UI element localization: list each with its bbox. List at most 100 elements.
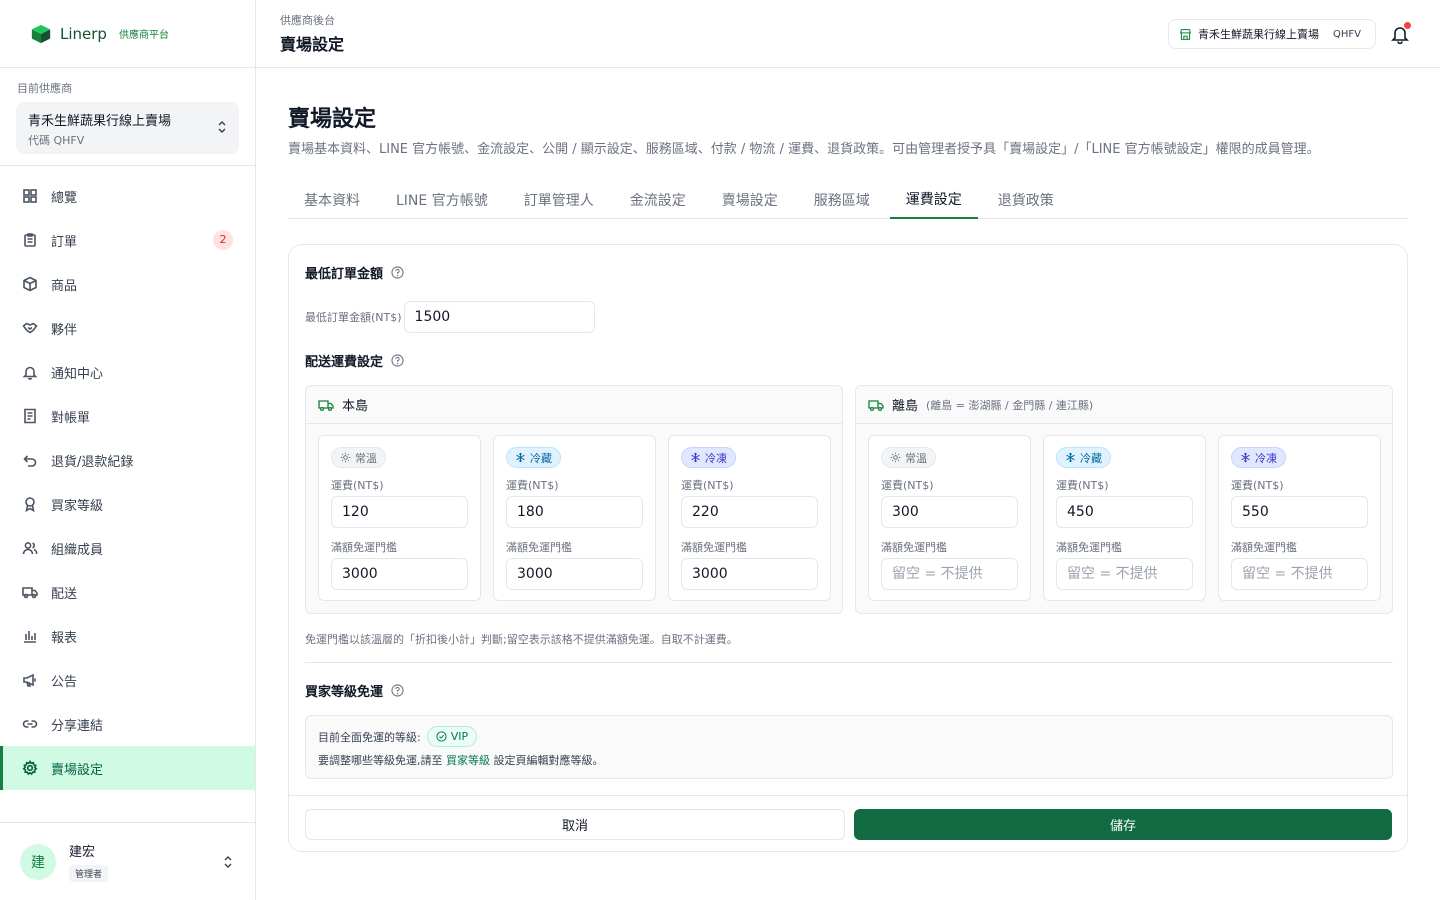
notifications-button[interactable] — [1390, 22, 1411, 45]
tier-current-label: 目前全面免運的等級: — [318, 730, 421, 744]
min-order-label: 最低訂單金額(NT$) — [305, 311, 402, 324]
supplier-code: 代碼 QHFV — [28, 134, 85, 147]
threshold-label: 滿額免運門檻 — [681, 541, 747, 554]
save-button[interactable]: 儲存 — [854, 809, 1392, 840]
brand[interactable]: Linerp 供應商平台 — [0, 0, 255, 68]
threshold-label: 滿額免運門檻 — [881, 541, 947, 554]
snowflake-icon — [516, 452, 525, 463]
sidebar-item-clipboard[interactable]: 訂單 2 — [0, 218, 255, 262]
chevron-up-down-icon — [218, 121, 226, 133]
fee-label: 運費(NT$) — [1056, 479, 1109, 492]
page-title: 賣場設定 — [288, 107, 377, 132]
threshold-input[interactable] — [1056, 558, 1193, 590]
threshold-label: 滿額免運門檻 — [506, 541, 572, 554]
breadcrumb[interactable]: 供應商後台 — [280, 12, 335, 28]
shipping-footnote: 免運門檻以該溫層的「折扣後小計」判斷;留空表示該格不提供滿額免運。自取不計運費。 — [305, 633, 738, 646]
fee-input[interactable] — [881, 496, 1018, 528]
snowflake-icon — [691, 452, 700, 463]
threshold-input[interactable] — [506, 558, 643, 590]
help-icon[interactable] — [391, 684, 404, 697]
sidebar-item-label: 報表 — [51, 630, 78, 646]
fee-input[interactable] — [681, 496, 818, 528]
fee-input[interactable] — [1056, 496, 1193, 528]
store-chip[interactable]: 青禾生鮮蔬果行線上賣場 QHFV — [1168, 19, 1376, 49]
receipt-icon — [24, 408, 36, 424]
user-menu[interactable]: 建 建宏 管理者 — [0, 822, 255, 900]
cancel-button[interactable]: 取消 — [305, 809, 845, 840]
sidebar-item-bar-chart[interactable]: 報表 — [0, 614, 255, 658]
sidebar-item-label: 賣場設定 — [51, 762, 104, 778]
brand-name: Linerp — [60, 24, 107, 43]
fee-label: 運費(NT$) — [331, 479, 384, 492]
min-order-input[interactable] — [403, 301, 595, 333]
tier-free-shipping-box: 目前全面免運的等級: VIP 要調整哪些等級免運,請至 買家等級 設定頁編輯對應… — [305, 715, 1393, 779]
temp-pill-label: 冷凍 — [1255, 451, 1277, 465]
region-header: 本島 — [306, 386, 842, 424]
threshold-input[interactable] — [1231, 558, 1368, 590]
sidebar-item-gear[interactable]: 賣場設定 — [0, 746, 255, 790]
supplier-switcher[interactable]: 青禾生鮮蔬果行線上賣場 代碼 QHFV — [16, 102, 239, 154]
region-main-island: 本島 常溫運費(NT$)滿額免運門檻冷藏運費(NT$)滿額免運門檻冷凍運費(NT… — [305, 385, 843, 614]
temp-pill-label: 冷藏 — [530, 451, 552, 465]
help-icon[interactable] — [391, 354, 404, 367]
threshold-input[interactable] — [331, 558, 468, 590]
temp-card-normal: 常溫運費(NT$) 滿額免運門檻 — [318, 435, 481, 601]
settings-tabs: 基本資料 LINE 官方帳號 訂單管理人 金流設定 賣場設定 服務區域 運費設定 退貨政策 — [288, 181, 1408, 219]
user-role-badge: 管理者 — [69, 865, 109, 882]
region-note: (離島 = 澎湖縣 / 金門縣 / 連江縣) — [926, 398, 1094, 412]
megaphone-icon — [23, 673, 36, 687]
tab-4[interactable]: 賣場設定 — [706, 181, 794, 219]
sidebar-item-award[interactable]: 買家等級 — [0, 482, 255, 526]
tab-5[interactable]: 服務區域 — [798, 181, 886, 219]
tab-6[interactable]: 運費設定 — [889, 181, 978, 219]
sidebar-item-bell[interactable]: 通知中心 — [0, 350, 255, 394]
tier-heading: 買家等級免運 — [305, 681, 404, 700]
tab-3[interactable]: 金流設定 — [614, 181, 702, 219]
tab-0[interactable]: 基本資料 — [288, 181, 376, 219]
sidebar-item-label: 買家等級 — [51, 498, 104, 514]
main-content: 賣場設定 賣場基本資料、LINE 官方帳號、金流設定、公開 / 顯示設定、服務區… — [256, 69, 1440, 900]
threshold-input[interactable] — [681, 558, 818, 590]
user-name: 建宏 — [69, 845, 96, 860]
help-icon[interactable] — [391, 266, 404, 279]
grid-icon — [23, 189, 37, 203]
sidebar-item-undo[interactable]: 退貨/退款紀錄 — [0, 438, 255, 482]
tab-2[interactable]: 訂單管理人 — [508, 181, 610, 219]
buyer-tier-link[interactable]: 買家等級 — [446, 754, 490, 767]
temp-pill: 冷藏 — [506, 447, 561, 468]
fee-label: 運費(NT$) — [681, 479, 734, 492]
supplier-switcher-section: 目前供應商 青禾生鮮蔬果行線上賣場 代碼 QHFV — [0, 68, 255, 166]
sidebar-item-grid[interactable]: 總覽 — [0, 174, 255, 218]
temp-pill: 常溫 — [331, 447, 386, 468]
sidebar-item-link[interactable]: 分享連結 — [0, 702, 255, 746]
sidebar-item-label: 配送 — [51, 586, 78, 602]
fee-input[interactable] — [331, 496, 468, 528]
supplier-name: 青禾生鮮蔬果行線上賣場 — [28, 114, 172, 129]
brand-subtitle: 供應商平台 — [118, 30, 169, 41]
tab-7[interactable]: 退貨政策 — [982, 181, 1070, 219]
temp-pill-label: 冷凍 — [705, 451, 727, 465]
sidebar-item-truck[interactable]: 配送 — [0, 570, 255, 614]
tab-1[interactable]: LINE 官方帳號 — [380, 181, 504, 219]
temp-pill-label: 常溫 — [905, 451, 927, 465]
sidebar-item-label: 總覽 — [51, 190, 78, 206]
vip-badge-label: VIP — [450, 730, 469, 743]
fee-input[interactable] — [506, 496, 643, 528]
sun-icon — [340, 452, 351, 463]
threshold-label: 滿額免運門檻 — [1056, 541, 1122, 554]
sidebar-item-box[interactable]: 商品 — [0, 262, 255, 306]
tier-hint-pre: 要調整哪些等級免運,請至 — [318, 754, 443, 767]
temp-pill-label: 冷藏 — [1080, 451, 1102, 465]
temp-card-chill: 冷藏運費(NT$) 滿額免運門檻 — [1043, 435, 1206, 601]
sidebar-item-users[interactable]: 組織成員 — [0, 526, 255, 570]
sidebar-item-receipt[interactable]: 對帳單 — [0, 394, 255, 438]
fee-input[interactable] — [1231, 496, 1368, 528]
sidebar-item-handshake[interactable]: 夥伴 — [0, 306, 255, 350]
temp-card-normal: 常溫運費(NT$) 滿額免運門檻 — [868, 435, 1031, 601]
region-outer-islands: 離島 (離島 = 澎湖縣 / 金門縣 / 連江縣) 常溫運費(NT$) 滿額免運門… — [855, 385, 1393, 614]
threshold-input[interactable] — [881, 558, 1018, 590]
temp-pill: 冷藏 — [1056, 447, 1111, 468]
tier-heading-text: 買家等級免運 — [305, 685, 384, 700]
sidebar-item-megaphone[interactable]: 公告 — [0, 658, 255, 702]
sidebar: Linerp 供應商平台 目前供應商 青禾生鮮蔬果行線上賣場 代碼 QHFV 總… — [0, 0, 256, 900]
